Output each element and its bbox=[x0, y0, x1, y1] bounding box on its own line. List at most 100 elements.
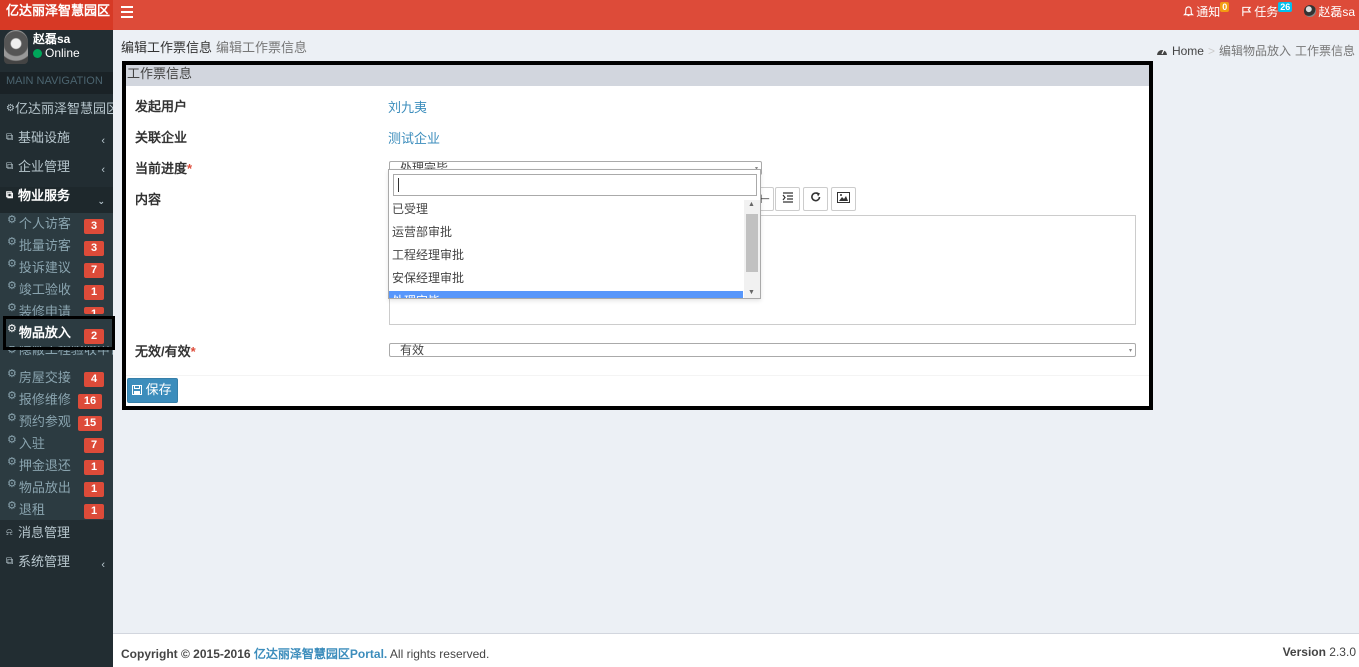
badge-house-handover: 4 bbox=[84, 372, 104, 387]
chevron-left-icon: ‹ bbox=[101, 135, 105, 147]
tasks-count-badge: 26 bbox=[1278, 2, 1293, 12]
sidebar-item-label: 系统管理 bbox=[18, 554, 71, 569]
valid-label: 无效/有效* bbox=[135, 341, 196, 360]
chevron-left-icon: ‹ bbox=[101, 559, 105, 571]
sidebar-item-dashboard[interactable]: ⚙ 亿达丽泽智慧园区 bbox=[0, 100, 113, 129]
valid-label-text: 无效/有效 bbox=[135, 344, 191, 359]
bell-icon bbox=[1183, 5, 1195, 16]
sidebar-item-label: 退租 bbox=[18, 502, 45, 517]
sidebar-item-label: 报修维修 bbox=[18, 392, 71, 407]
sidebar-item-label: 竣工验收 bbox=[18, 282, 71, 297]
copy-icon: ⧉ bbox=[6, 190, 14, 201]
dashboard-icon: ⚙ bbox=[6, 103, 15, 114]
bell-icon: ⍾ bbox=[6, 527, 13, 538]
progress-dropdown: 已受理 运营部审批 工程经理审批 安保经理审批 处理完毕 ▲ ▼ bbox=[388, 169, 761, 299]
gear-icon: ⚙ bbox=[7, 346, 17, 356]
badge-decoration-request: 1 bbox=[84, 307, 104, 314]
company-link[interactable]: 测试企业 bbox=[388, 128, 440, 147]
gear-icon: ⚙ bbox=[7, 390, 17, 402]
property-service-submenu: ⚙ 个人访客 3 ⚙ 批量访客 3 ⚙ 投诉建议 7 ⚙ 竣工验收 1 ⚙ 装修申请 1 … bbox=[0, 213, 113, 520]
sidebar-item-system[interactable]: ⧉ 系统管理 ‹ bbox=[0, 553, 113, 582]
breadcrumb-item: 工作票信息 bbox=[1294, 44, 1355, 58]
save-icon bbox=[132, 385, 142, 395]
badge-complaint: 7 bbox=[84, 263, 104, 278]
notifications-label: 通知 bbox=[1196, 4, 1221, 19]
dropdown-search-input[interactable] bbox=[393, 174, 757, 196]
sidebar-item-enterprise[interactable]: ⧉ 企业管理 ‹ bbox=[0, 158, 113, 187]
notifications-menu[interactable]: 通知 0 bbox=[1183, 2, 1230, 20]
navbar-user-name: 赵磊sa bbox=[1318, 4, 1355, 19]
insert-image-button[interactable] bbox=[831, 187, 856, 211]
online-dot-icon bbox=[33, 48, 42, 58]
sidebar-item-messages[interactable]: ⍾ 消息管理 bbox=[0, 524, 113, 553]
dropdown-option[interactable]: 已受理 bbox=[389, 199, 743, 222]
sidebar-item-label: 入驻 bbox=[18, 436, 45, 451]
initiator-link[interactable]: 刘九夷 bbox=[388, 97, 427, 116]
box-title: 工作票信息 bbox=[126, 65, 1149, 86]
sidebar-item-label: 投诉建议 bbox=[18, 260, 71, 275]
dropdown-scrollbar[interactable]: ▲ ▼ bbox=[744, 200, 760, 298]
badge-lease-end: 1 bbox=[84, 504, 104, 519]
badge-batch-visitor: 3 bbox=[84, 241, 104, 256]
text-cursor bbox=[398, 178, 399, 192]
breadcrumb-item: 编辑物品放入 bbox=[1218, 44, 1291, 58]
version-label: Version bbox=[1282, 645, 1326, 659]
app-logo[interactable]: 亿达丽泽智慧园区 bbox=[0, 0, 113, 30]
valid-select[interactable]: 有效 ▾ bbox=[389, 343, 1136, 357]
gear-icon: ⚙ bbox=[7, 280, 17, 292]
flag-icon bbox=[1242, 6, 1252, 16]
indent-button[interactable] bbox=[775, 187, 800, 211]
badge-goods-out: 1 bbox=[84, 482, 104, 497]
gear-icon: ⚙ bbox=[7, 500, 17, 512]
copy-icon: ⧉ bbox=[6, 132, 14, 143]
copy-icon: ⧉ bbox=[6, 556, 14, 567]
navbar-right: 通知 0 任务 26 赵磊sa bbox=[1183, 0, 1355, 22]
sidebar-item-label: 预约参观 bbox=[18, 414, 71, 429]
breadcrumb-home[interactable]: Home bbox=[1172, 44, 1204, 58]
page-subtitle: 编辑工作票信息 bbox=[216, 40, 308, 55]
gear-icon: ⚙ bbox=[7, 302, 17, 314]
required-mark: * bbox=[190, 344, 196, 359]
progress-label-text: 当前进度 bbox=[135, 161, 188, 176]
version: Version 2.3.0 bbox=[1283, 645, 1356, 659]
gear-icon: ⚙ bbox=[7, 412, 17, 424]
sidebar-item-label: 消息管理 bbox=[18, 525, 71, 540]
sidebar-item-property-service[interactable]: ⧉ 物业服务 ⌄ bbox=[0, 187, 113, 216]
redo-button[interactable] bbox=[803, 187, 828, 211]
dropdown-option[interactable]: 工程经理审批 bbox=[389, 245, 743, 268]
footer-brand-link[interactable]: 亿达丽泽智慧园区Portal. bbox=[254, 647, 387, 661]
dropdown-option[interactable]: 安保经理审批 bbox=[389, 268, 743, 291]
sidebar-item-label: 房屋交接 bbox=[18, 370, 71, 385]
save-button[interactable]: 保存 bbox=[127, 378, 178, 403]
menu-toggle-icon[interactable] bbox=[121, 6, 133, 20]
sidebar-item-label: 押金退还 bbox=[18, 458, 71, 473]
user-avatar bbox=[1304, 5, 1317, 17]
sidebar-item-label: 物品放出 bbox=[18, 480, 71, 495]
sidebar-item-label: 物品放入 bbox=[18, 325, 71, 340]
sidebar-item-infrastructure[interactable]: ⧉ 基础设施 ‹ bbox=[0, 129, 113, 158]
initiator-label: 发起用户 bbox=[135, 99, 188, 114]
progress-label: 当前进度* bbox=[135, 158, 192, 177]
dropdown-option[interactable]: 运营部审批 bbox=[389, 222, 743, 245]
scroll-up-icon[interactable]: ▲ bbox=[748, 201, 755, 208]
tasks-menu[interactable]: 任务 26 bbox=[1241, 2, 1293, 20]
top-navbar: 通知 0 任务 26 赵磊sa bbox=[113, 0, 1359, 30]
dashboard-icon bbox=[1156, 49, 1167, 55]
company-label: 关联企业 bbox=[135, 130, 188, 145]
copy-icon: ⧉ bbox=[6, 161, 14, 172]
gear-icon: ⚙ bbox=[7, 323, 17, 335]
badge-visit-booking: 15 bbox=[78, 416, 102, 431]
page-title-text: 编辑工作票信息 bbox=[121, 40, 213, 55]
sidebar-item-label: 批量访客 bbox=[18, 238, 71, 253]
scrollbar-thumb[interactable] bbox=[746, 214, 758, 272]
tasks-label: 任务 bbox=[1254, 4, 1279, 19]
badge-move-in: 7 bbox=[84, 438, 104, 453]
sidebar-item-label: 个人访客 bbox=[18, 216, 71, 231]
sidebar: 赵磊sa Online MAIN NAVIGATION ⚙ 亿达丽泽智慧园区 ⧉ 基… bbox=[0, 30, 113, 667]
dropdown-option-selected[interactable]: 处理完毕 bbox=[389, 291, 743, 298]
status-text: Online bbox=[45, 46, 80, 60]
sidebar-item-concealed-works[interactable]: ⚙ 隐蔽工程验收申请 bbox=[0, 346, 113, 358]
user-menu[interactable]: 赵磊sa bbox=[1304, 3, 1355, 20]
main-navigation-header: MAIN NAVIGATION bbox=[0, 72, 113, 94]
scroll-down-icon[interactable]: ▼ bbox=[748, 289, 755, 296]
